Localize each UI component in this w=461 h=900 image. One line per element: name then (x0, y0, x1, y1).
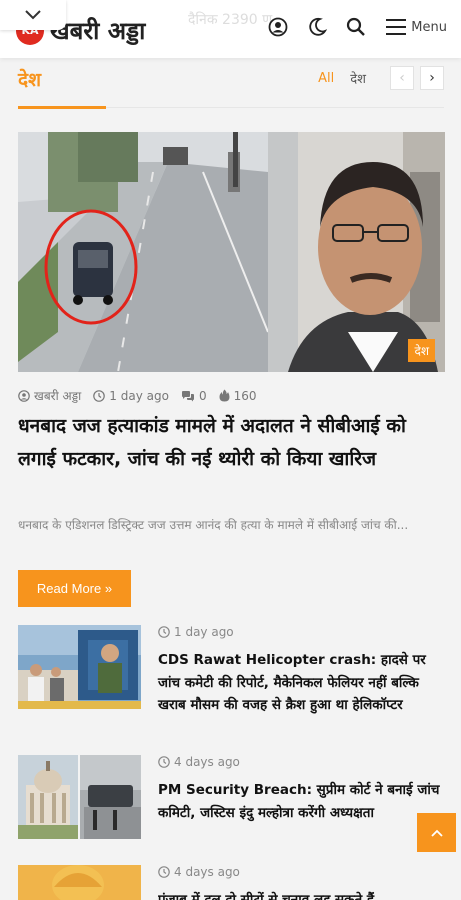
section-underline (18, 106, 106, 109)
clock-icon (158, 866, 170, 878)
featured-title[interactable]: धनबाद जज हत्याकांड मामले में अदालत ने सी… (18, 410, 438, 476)
views-meta: 160 (219, 388, 257, 403)
section-filters: All देश ‹ › (318, 66, 444, 90)
read-more-button[interactable]: Read More » (18, 570, 131, 607)
list-item-time-text: 1 day ago (174, 625, 234, 639)
comments-icon (181, 390, 194, 401)
section-title: देश (18, 69, 42, 91)
next-page-button[interactable]: › (420, 66, 444, 90)
featured-meta: खबरी अड्डा 1 day ago 0 160 (18, 387, 268, 404)
list-item: 1 day ago CDS Rawat Helicopter crash: हा… (18, 625, 444, 735)
user-icon (18, 389, 30, 402)
list-item-title[interactable]: CDS Rawat Helicopter crash: हादसे पर जां… (158, 649, 443, 717)
filter-all[interactable]: All (318, 71, 334, 86)
time-meta: 1 day ago (93, 389, 169, 403)
list-item-time: 1 day ago (158, 625, 234, 639)
list-item: 4 days ago PM Security Breach: सुप्रीम क… (18, 755, 444, 845)
moon-icon[interactable] (306, 16, 328, 38)
chevron-left-icon: ‹ (399, 70, 405, 86)
list-item-time-text: 4 days ago (174, 755, 240, 769)
user-icon[interactable] (267, 16, 289, 38)
search-icon[interactable] (345, 16, 367, 38)
list-item-thumbnail[interactable] (18, 865, 141, 900)
chevron-right-icon: › (429, 70, 435, 86)
clock-icon (158, 626, 170, 638)
list-item-time: 4 days ago (158, 755, 240, 769)
clock-icon (158, 756, 170, 768)
list-item: 4 days ago पंजाब में दल दो सीटों से चुना… (18, 865, 444, 900)
list-item-thumbnail[interactable] (18, 625, 141, 709)
featured-excerpt: धनबाद के एडिशनल डिस्ट्रिक्ट जज उत्तम आनं… (18, 518, 409, 532)
back-to-top-button[interactable] (417, 813, 456, 852)
site-header: दैनिक 2390 ण KA खबरी अड्डा Menu (0, 0, 461, 58)
hamburger-icon[interactable] (385, 16, 407, 38)
featured-image[interactable]: देश (18, 132, 445, 372)
clock-icon (93, 389, 106, 402)
comments-meta[interactable]: 0 (181, 389, 207, 403)
chevron-up-icon (430, 829, 443, 837)
list-item-thumbnail[interactable] (18, 755, 141, 839)
view-count: 160 (233, 388, 257, 403)
category-badge[interactable]: देश (408, 339, 435, 362)
author-meta[interactable]: खबरी अड्डा (18, 387, 81, 404)
list-item-title[interactable]: पंजाब में दल दो सीटों से चुनाव लड़ सकते … (158, 889, 443, 900)
chevron-down-icon (25, 10, 41, 20)
fire-icon (219, 389, 230, 402)
list-item-time-text: 4 days ago (174, 865, 240, 879)
comment-count: 0 (198, 388, 207, 403)
list-item-time: 4 days ago (158, 865, 240, 879)
author-name: खबरी अड्डा (34, 389, 82, 403)
collapse-toggle-button[interactable] (0, 0, 66, 30)
list-item-title[interactable]: PM Security Breach: सुप्रीम कोर्ट ने बना… (158, 779, 443, 824)
header-actions: Menu (250, 16, 447, 38)
post-time: 1 day ago (109, 388, 169, 403)
filter-desh[interactable]: देश (350, 69, 366, 87)
prev-page-button[interactable]: ‹ (390, 66, 414, 90)
menu-label[interactable]: Menu (411, 20, 447, 35)
